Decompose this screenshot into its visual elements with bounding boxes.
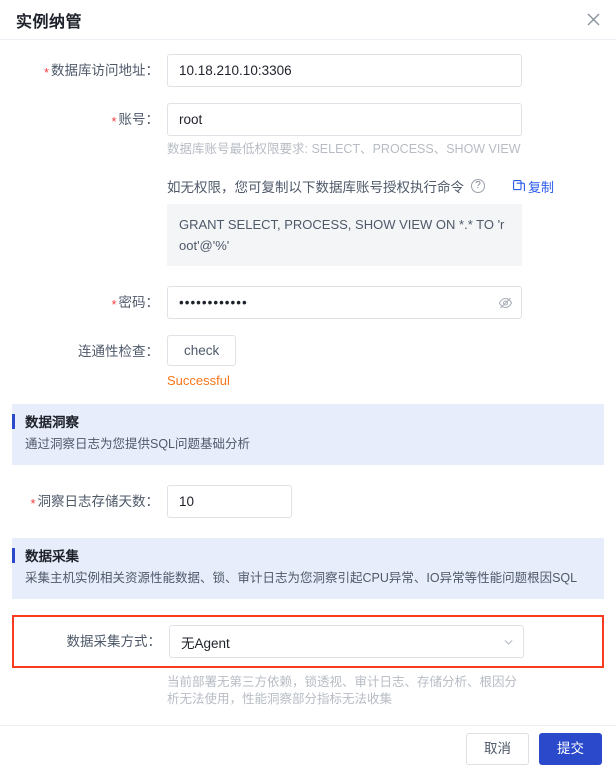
db-address-input[interactable]	[167, 54, 522, 87]
data-collection-desc: 采集主机实例相关资源性能数据、锁、审计日志为您洞察引起CPU异常、IO异常等性能…	[25, 571, 578, 585]
grant-command-box[interactable]: GRANT SELECT, PROCESS, SHOW VIEW ON *.* …	[167, 204, 522, 266]
data-collection-title: 数据采集	[25, 549, 79, 564]
dialog-body: *数据库访问地址： *账号： 数据库账号最低权限要求: SELECT、PROCE…	[0, 40, 616, 725]
account-label: * 账号：	[111, 112, 159, 129]
data-insight-title: 数据洞察	[25, 415, 79, 430]
db-address-label: * 数据库访问地址：	[43, 63, 159, 80]
password-control	[167, 286, 604, 319]
db-address-control	[167, 54, 604, 87]
collection-method-hint-row: 当前部署无第三方依赖，锁透视、审计日志、存储分析、根因分析无法使用，性能洞察部分…	[0, 668, 616, 708]
required-asterisk: *	[43, 65, 49, 80]
dialog-header: 实例纳管	[0, 0, 616, 40]
collection-method-select-wrapper: 无Agent	[169, 625, 524, 658]
retention-days-label: * 洞察日志存储天数：	[30, 494, 159, 511]
account-hint: 数据库账号最低权限要求: SELECT、PROCESS、SHOW VIEW	[167, 142, 521, 156]
connectivity-label: 连通性检查：	[78, 344, 159, 359]
required-asterisk: *	[111, 297, 117, 312]
close-icon[interactable]	[582, 9, 604, 31]
hint-label-spacer	[12, 668, 167, 676]
check-button[interactable]: check	[167, 335, 237, 366]
password-input[interactable]	[167, 286, 522, 319]
field-row-db-address: * 数据库访问地址：	[0, 54, 616, 87]
retention-days-input[interactable]	[167, 485, 292, 518]
field-row-password: * 密码：	[0, 286, 616, 319]
field-row-retention-days: * 洞察日志存储天数：	[0, 485, 616, 518]
instance-management-dialog: 实例纳管 *数据库访问地址： *账号： 数据库账号最低权限要求:	[0, 0, 616, 771]
retention-days-control	[167, 485, 604, 518]
copy-command-label: 复制	[528, 179, 555, 195]
account-input[interactable]	[167, 103, 522, 136]
cancel-button[interactable]: 取消	[466, 732, 529, 765]
dialog-footer: 取消 提交	[0, 725, 616, 771]
question-mark-icon[interactable]: ?	[471, 179, 485, 193]
collection-method-hint: 当前部署无第三方依赖，锁透视、审计日志、存储分析、根因分析无法使用，性能洞察部分…	[167, 675, 518, 706]
page-title: 实例纳管	[16, 13, 83, 31]
submit-button[interactable]: 提交	[539, 732, 602, 765]
field-row-account: *账号： 数据库账号最低权限要求: SELECT、PROCESS、SHOW VI…	[0, 103, 616, 266]
copy-icon	[513, 180, 525, 191]
password-label: * 密码：	[111, 295, 159, 312]
copy-command-link[interactable]: 复制	[513, 177, 554, 196]
collection-method-control: 无Agent	[169, 625, 602, 658]
status-badge: Successful	[167, 373, 230, 388]
required-asterisk: *	[30, 496, 36, 511]
section-data-collection: 数据采集 采集主机实例相关资源性能数据、锁、审计日志为您洞察引起CPU异常、IO…	[12, 538, 604, 599]
grant-prompt-row: 如无权限，您可复制以下数据库账号授权执行命令 ? 复制	[167, 176, 604, 196]
connectivity-control: check Successful	[167, 335, 604, 388]
collection-method-highlight: 数据采集方式： 无Agent	[12, 615, 604, 668]
eye-off-icon[interactable]	[498, 295, 513, 310]
collection-method-select[interactable]: 无Agent	[169, 625, 524, 658]
field-row-collection-method: 数据采集方式： 无Agent	[14, 625, 602, 658]
account-control: 数据库账号最低权限要求: SELECT、PROCESS、SHOW VIEW 如无…	[167, 103, 604, 266]
data-insight-desc: 通过洞察日志为您提供SQL问题基础分析	[25, 437, 251, 451]
required-asterisk: *	[111, 114, 117, 129]
collection-method-label: 数据采集方式：	[66, 634, 162, 649]
field-row-connectivity: 连通性检查： check Successful	[0, 335, 616, 388]
collection-method-hint-control: 当前部署无第三方依赖，锁透视、审计日志、存储分析、根因分析无法使用，性能洞察部分…	[167, 668, 604, 708]
password-input-wrapper	[167, 286, 522, 319]
grant-prompt-text: 如无权限，您可复制以下数据库账号授权执行命令	[167, 180, 464, 195]
section-data-insight: 数据洞察 通过洞察日志为您提供SQL问题基础分析	[12, 404, 604, 465]
